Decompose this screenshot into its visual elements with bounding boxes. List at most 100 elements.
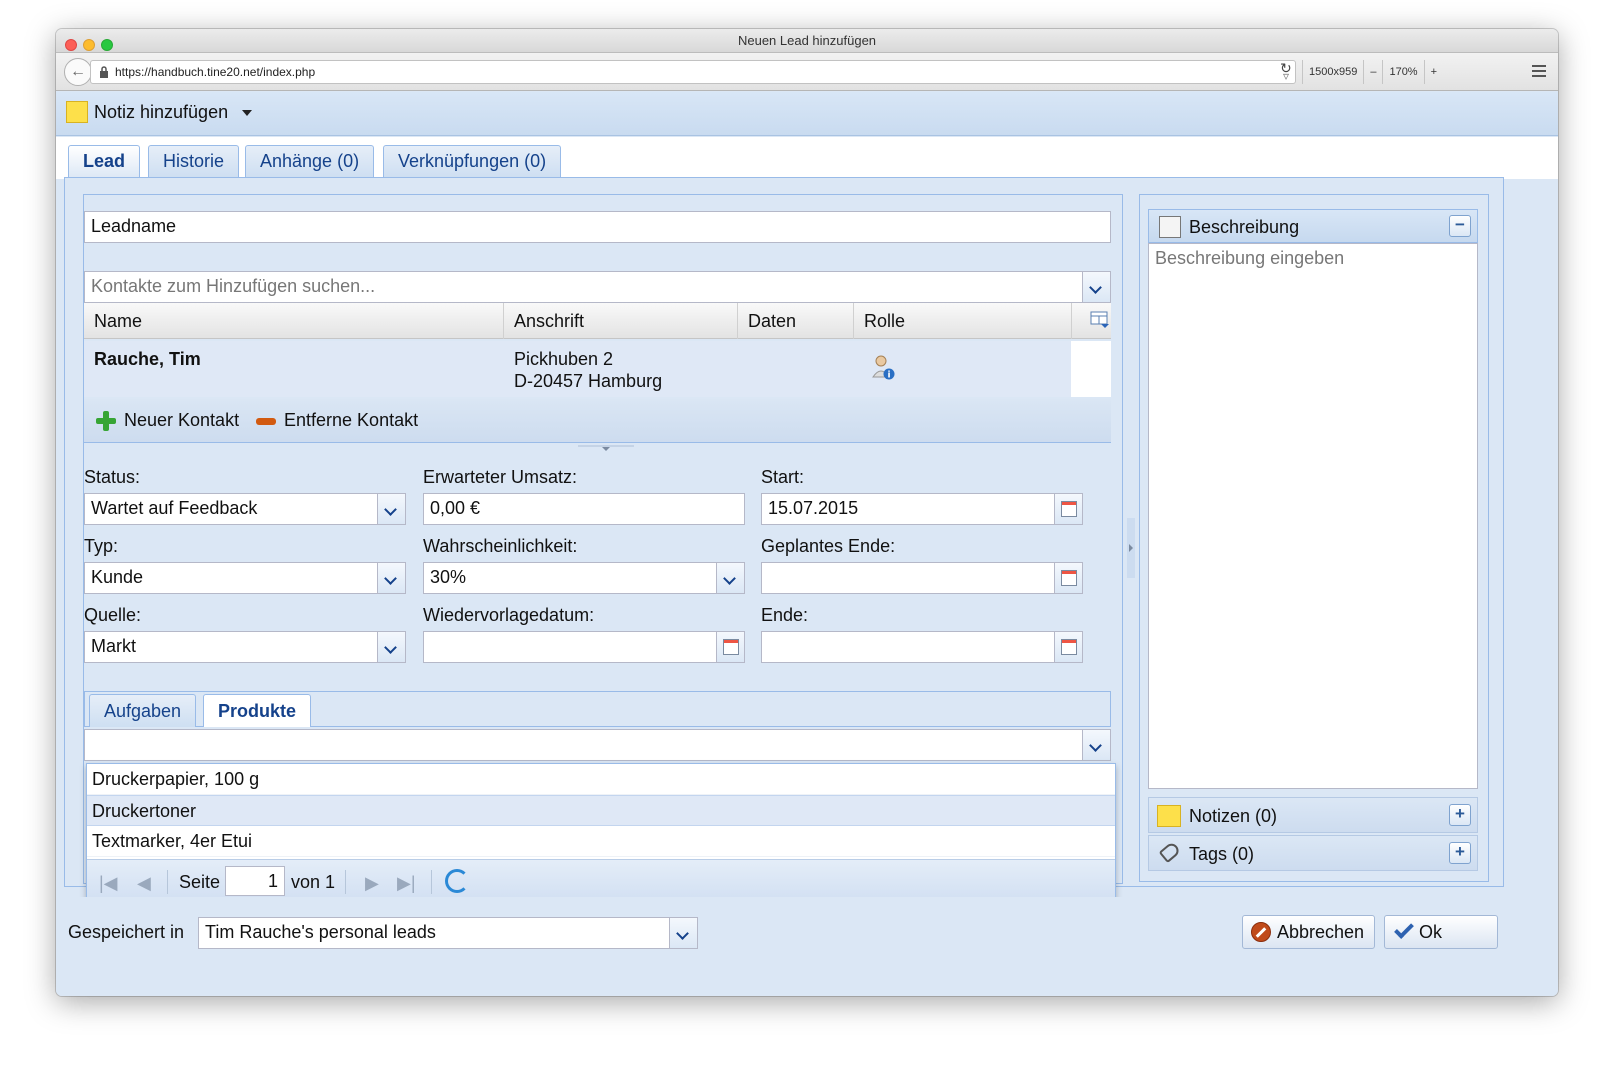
column-daten[interactable]: Daten bbox=[738, 303, 854, 339]
zoom-level: 170% bbox=[1382, 60, 1423, 84]
tab-aufgaben[interactable]: Aufgaben bbox=[89, 694, 197, 727]
list-item[interactable]: Druckerpapier, 100 g bbox=[87, 764, 1115, 795]
chevron-down-icon[interactable] bbox=[716, 563, 744, 593]
chevron-down-icon[interactable] bbox=[1082, 730, 1110, 760]
status-label: Status: bbox=[84, 467, 141, 487]
description-header: Beschreibung − bbox=[1148, 209, 1478, 243]
back-arrow-icon[interactable]: ← bbox=[64, 58, 92, 86]
notes-icon bbox=[1157, 805, 1181, 827]
viewport-size: 1500x959 bbox=[1302, 60, 1363, 84]
tab-anhaenge[interactable]: Anhänge (0) bbox=[245, 145, 375, 177]
pager-separator bbox=[167, 870, 168, 894]
probability-label: Wahrscheinlichkeit: bbox=[423, 536, 578, 556]
list-item[interactable]: Druckertoner bbox=[87, 795, 1115, 826]
probability-value: 30% bbox=[430, 567, 467, 587]
chevron-down-icon[interactable] bbox=[377, 494, 405, 524]
tab-verknuepfungen[interactable]: Verknüpfungen (0) bbox=[383, 145, 562, 177]
notes-section[interactable]: Notizen (0) + bbox=[1148, 797, 1478, 833]
zoom-in-button[interactable]: + bbox=[1423, 60, 1443, 84]
product-search-combo[interactable] bbox=[84, 729, 1111, 761]
revenue-field[interactable]: 0,00 € bbox=[423, 493, 745, 525]
contact-search-input[interactable]: Kontakte zum Hinzufügen suchen... bbox=[84, 271, 1111, 303]
first-page-icon[interactable]: |◀ bbox=[99, 873, 118, 894]
contacts-grid-header: Name Anschrift Daten Rolle bbox=[84, 303, 1111, 339]
new-contact-button[interactable]: Neuer Kontakt bbox=[124, 410, 239, 431]
calendar-icon[interactable] bbox=[1054, 632, 1082, 662]
calendar-icon[interactable] bbox=[1054, 563, 1082, 593]
status-select[interactable]: Wartet auf Feedback bbox=[84, 493, 406, 525]
tags-label: Tags (0) bbox=[1189, 844, 1255, 864]
chevron-down-icon[interactable] bbox=[242, 110, 252, 116]
pager-separator bbox=[345, 870, 346, 894]
splitter-handle-icon[interactable] bbox=[578, 445, 634, 453]
svg-text:i: i bbox=[887, 371, 890, 381]
app-toolbar: Notiz hinzufügen bbox=[56, 92, 1558, 136]
product-dropdown-list: Druckerpapier, 100 g Druckertoner Textma… bbox=[86, 763, 1116, 903]
note-icon bbox=[66, 101, 88, 123]
expand-notes-icon[interactable]: + bbox=[1449, 804, 1471, 826]
calendar-icon[interactable] bbox=[716, 632, 744, 662]
resubmission-date-field[interactable] bbox=[423, 631, 745, 663]
contact-role-icon[interactable]: i bbox=[872, 355, 896, 381]
planned-end-field[interactable] bbox=[761, 562, 1083, 594]
tab-produkte[interactable]: Produkte bbox=[203, 694, 312, 727]
revenue-label: Erwarteter Umsatz: bbox=[423, 467, 578, 487]
container-value: Tim Rauche's personal leads bbox=[205, 922, 436, 942]
contact-search-placeholder: Kontakte zum Hinzufügen suchen... bbox=[91, 276, 376, 296]
reload-icon[interactable]: ↻ bbox=[1280, 60, 1292, 77]
list-item[interactable]: Textmarker, 4er Etui bbox=[87, 826, 1115, 857]
close-window-button[interactable] bbox=[65, 39, 77, 51]
type-label: Typ: bbox=[84, 536, 119, 556]
tab-historie[interactable]: Historie bbox=[148, 145, 240, 177]
contact-address-line2: D-20457 Hamburg bbox=[514, 371, 663, 391]
lock-icon bbox=[100, 66, 108, 78]
check-icon bbox=[1394, 919, 1414, 939]
contact-search-dropdown-icon[interactable] bbox=[1082, 272, 1110, 302]
hamburger-menu-icon[interactable] bbox=[1532, 65, 1546, 77]
subtab-bar: Aufgaben Produkte bbox=[84, 691, 1111, 727]
column-anschrift[interactable]: Anschrift bbox=[504, 303, 738, 339]
source-select[interactable]: Markt bbox=[84, 631, 406, 663]
column-rolle[interactable]: Rolle bbox=[854, 303, 1072, 339]
add-icon bbox=[96, 411, 116, 431]
last-page-icon[interactable]: ▶| bbox=[397, 873, 416, 894]
description-textarea[interactable]: Beschreibung eingeben bbox=[1148, 243, 1478, 789]
sidebar-collapse-handle-icon[interactable] bbox=[1127, 518, 1135, 578]
previous-page-icon[interactable]: ◀ bbox=[137, 873, 151, 894]
calendar-icon[interactable] bbox=[1054, 494, 1082, 524]
collapse-icon[interactable]: − bbox=[1449, 215, 1471, 237]
start-date-field[interactable]: 15.07.2015 bbox=[761, 493, 1083, 525]
zoom-out-button[interactable]: – bbox=[1363, 60, 1382, 84]
ok-button[interactable]: Ok bbox=[1384, 915, 1498, 949]
chevron-down-icon[interactable] bbox=[377, 563, 405, 593]
tags-section[interactable]: Tags (0) + bbox=[1148, 835, 1478, 871]
expand-tags-icon[interactable]: + bbox=[1449, 842, 1471, 864]
address-field[interactable]: https://handbuch.tine20.net/index.php ▿ bbox=[90, 60, 1296, 84]
source-value: Markt bbox=[91, 636, 136, 656]
zoom-window-button[interactable] bbox=[101, 39, 113, 51]
end-date-field[interactable] bbox=[761, 631, 1083, 663]
chevron-down-icon[interactable] bbox=[669, 918, 697, 948]
leadname-field[interactable]: Leadname bbox=[84, 211, 1111, 243]
saved-in-label: Gespeichert in bbox=[68, 922, 185, 942]
container-select[interactable]: Tim Rauche's personal leads bbox=[198, 917, 698, 949]
chevron-down-icon[interactable] bbox=[377, 632, 405, 662]
tab-lead[interactable]: Lead bbox=[68, 145, 141, 179]
refresh-icon[interactable] bbox=[445, 869, 469, 893]
start-date-value: 15.07.2015 bbox=[768, 498, 859, 518]
probability-select[interactable]: 30% bbox=[423, 562, 745, 594]
next-page-icon[interactable]: ▶ bbox=[365, 873, 379, 894]
page-number-input[interactable]: 1 bbox=[225, 866, 285, 896]
description-placeholder: Beschreibung eingeben bbox=[1155, 248, 1345, 268]
ok-label: Ok bbox=[1419, 922, 1443, 942]
table-row[interactable]: Rauche, Tim Pickhuben 2 D-20457 Hamburg … bbox=[84, 341, 1071, 397]
column-chooser-icon[interactable] bbox=[1090, 311, 1110, 329]
type-select[interactable]: Kunde bbox=[84, 562, 406, 594]
add-note-button[interactable]: Notiz hinzufügen bbox=[94, 102, 228, 123]
cancel-button[interactable]: Abbrechen bbox=[1242, 915, 1376, 949]
pager-separator bbox=[431, 870, 432, 894]
column-name[interactable]: Name bbox=[84, 303, 504, 339]
contact-address-line1: Pickhuben 2 bbox=[514, 349, 614, 369]
minimize-window-button[interactable] bbox=[83, 39, 95, 51]
remove-contact-button[interactable]: Entferne Kontakt bbox=[284, 410, 418, 431]
